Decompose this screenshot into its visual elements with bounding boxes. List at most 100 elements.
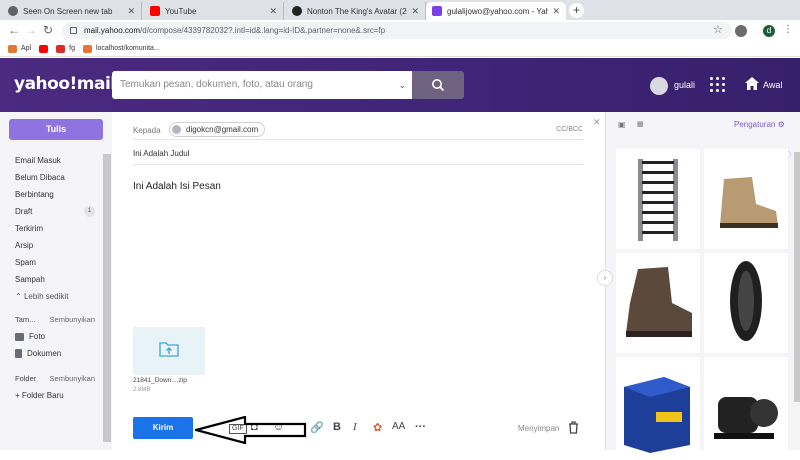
ad-product-water-pump[interactable] [704,357,788,457]
close-tab-icon[interactable]: ✕ [127,6,135,17]
sidebar-item-unread[interactable]: Belum Dibaca [15,169,95,186]
sidebar-item-inbox[interactable]: Email Masuk [15,152,95,169]
bookmark-apps[interactable]: Apl [8,44,31,53]
attachment-name: 21841_Down....zip [133,377,187,384]
sidebar-item-sent[interactable]: Terkirim [15,220,95,237]
folder-list: Email Masuk Belum Dibaca Berbintang Draf… [15,152,95,404]
yahoo-mail-icon [432,6,442,16]
home-label: Awal [763,80,783,90]
sidebar-item-starred[interactable]: Berbintang [15,186,95,203]
username[interactable]: gulali [674,80,695,90]
search-input[interactable]: Temukan pesan, dokumen, foto, atau orang… [112,71,412,99]
draft-count-badge: 1 [84,206,95,217]
close-icon[interactable]: ✕ [593,117,601,128]
browser-menu-icon[interactable]: ⋮ [783,24,793,35]
sidebar-item-spam[interactable]: Spam [15,254,95,271]
link-icon[interactable]: 🔗 [310,421,324,434]
bookmark-localhost[interactable]: localhost/komunita... [82,44,160,53]
send-button[interactable]: Kirim [133,417,193,439]
bookmarks-bar: Apl fg localhost/komunita... [0,41,800,57]
yahoo-mail-logo[interactable]: yahoo!mail [14,74,116,94]
compose-button[interactable]: Tulis [9,119,103,140]
close-tab-icon[interactable]: ✕ [411,6,419,17]
browser-tab-active[interactable]: gulalijowo@yahoo.com - Yahoo ✕ [426,2,566,20]
forward-icon[interactable]: → [25,23,37,37]
show-less-toggle[interactable]: ⌃ Lebih sedikit [15,288,95,305]
browser-tab[interactable]: Seen On Screen new tab ✕ [2,2,142,20]
tire-image [730,261,762,341]
to-field[interactable]: Kepada digokcn@gmail.com CC/BCC [133,122,583,140]
views-section-header: Tam... Sembunyikan [15,311,95,328]
reload-icon[interactable]: ↻ [43,23,53,37]
contacts-icon[interactable]: ▣ [618,120,626,129]
sidebar-item-documents[interactable]: Dokumen [15,345,95,362]
bookmark-label: localhost/komunita... [95,45,160,52]
cc-bcc-button[interactable]: CC/BCC [556,126,583,133]
new-folder-button[interactable]: + Folder Baru [15,387,95,404]
bookmark-youtube[interactable] [39,44,49,53]
water-pump-image [714,397,778,439]
folders-section-header: Folder Sembunyikan [15,370,95,387]
close-tab-icon[interactable]: ✕ [552,6,560,17]
ad-product-tire[interactable] [704,253,788,353]
trash-icon[interactable] [568,421,579,434]
sidebar-item-trash[interactable]: Sampah [15,271,95,288]
folder-upload-icon [159,342,179,357]
hide-folders-toggle[interactable]: Sembunyikan [50,374,95,383]
compose-panel: ✕ Kepada digokcn@gmail.com CC/BCC Ini Ad… [112,112,605,450]
browser-tab[interactable]: Nonton The King's Avatar (2019) ✕ [286,2,426,20]
close-tab-icon[interactable]: ✕ [269,6,277,17]
search-button[interactable] [412,71,464,99]
recipient-chip[interactable]: digokcn@gmail.com [169,122,266,137]
document-icon [15,349,22,358]
back-icon[interactable]: ← [8,23,20,37]
advertisement-grid[interactable] [616,149,788,457]
tab-title: Seen On Screen new tab [23,6,113,16]
address-bar: ← → ↻ mail.yahoo.com/d/compose/433978203… [0,20,800,41]
ad-product-paper-box[interactable] [616,357,700,457]
folders-label: Folder [15,374,37,383]
sidebar-item-drafts[interactable]: Draft 1 [15,203,95,220]
expand-rail-button[interactable]: › [597,270,613,286]
sidebar-item-label: Email Masuk [15,156,61,165]
message-body[interactable]: Ini Adalah Isi Pesan [133,181,221,192]
bookmark-fg[interactable]: fg [56,44,75,53]
apps-grid-icon[interactable] [710,77,726,93]
sidebar-scrollbar[interactable] [103,154,111,442]
browser-tab[interactable]: YouTube ✕ [144,2,284,20]
subject-field[interactable]: Ini Adalah Judul [133,148,583,165]
attachment-thumbnail[interactable] [133,327,205,375]
ad-product-boot[interactable] [704,149,788,249]
ladder-image [638,159,678,241]
home-button[interactable]: Awal [744,76,782,93]
tab-title: YouTube [165,6,197,16]
extension-icon[interactable] [735,25,747,37]
url-input[interactable]: mail.yahoo.com/d/compose/4339782032?.int… [62,22,732,39]
profile-avatar[interactable]: d [763,25,775,37]
ad-product-ladder[interactable] [616,149,700,249]
avatar[interactable] [650,77,668,95]
settings-link[interactable]: Pengaturan ⚙ [734,120,785,129]
new-tab-button[interactable]: + [569,3,584,18]
rail-scrollbar[interactable] [794,152,800,402]
ad-product-hiking-boot[interactable] [616,253,700,353]
sidebar-item-archive[interactable]: Arsip [15,237,95,254]
font-size-icon[interactable]: AA [392,421,405,432]
url-host: mail.yahoo.com [84,26,141,35]
bookmark-star-icon[interactable]: ☆ [713,23,723,36]
lock-icon [70,27,77,34]
hide-views-toggle[interactable]: Sembunyikan [50,315,95,324]
italic-icon[interactable]: I [353,421,357,433]
more-options-icon[interactable]: ··· [415,421,426,433]
color-palette-icon[interactable]: ✿ [373,421,382,434]
sidebar-item-label: Terkirim [15,224,43,233]
sidebar-item-photos[interactable]: Foto [15,328,95,345]
bold-icon[interactable]: B [333,421,341,433]
calendar-icon[interactable]: ▦ [637,120,644,128]
apps-grid-icon [8,44,17,53]
youtube-icon [150,6,160,16]
recipient-email: digokcn@gmail.com [186,125,259,134]
avatar [172,125,181,134]
chevron-down-icon[interactable]: ⌄ [398,71,406,99]
site-icon [292,6,302,16]
